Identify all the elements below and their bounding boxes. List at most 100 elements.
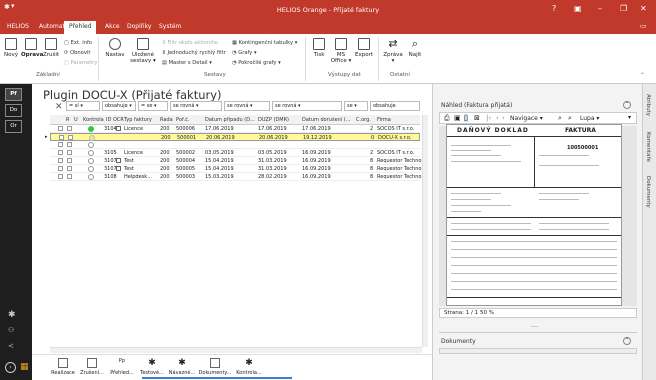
column-header[interactable]: DUZP (DMR) <box>258 117 300 125</box>
sidebar-item-or[interactable]: Or <box>5 120 22 133</box>
next-page-icon[interactable]: › <box>502 114 505 122</box>
column-header[interactable]: Datum dorušení (... <box>302 117 352 125</box>
row-checkbox[interactable] <box>67 126 72 131</box>
printer-icon[interactable]: ⎙ <box>444 114 450 123</box>
column-header[interactable]: U <box>74 117 78 125</box>
filter-field[interactable]: se rovná ▾ <box>224 101 270 111</box>
prev-page-icon[interactable]: ‹ <box>496 114 499 122</box>
play-circle-icon[interactable]: › <box>5 362 16 373</box>
row-checkbox[interactable] <box>58 150 63 155</box>
table-row[interactable]: 3104 Licence 200 500006 17.06.2019 17.06… <box>50 125 420 133</box>
pivot-tables-button[interactable]: ▦ Kontingenční tabulky ▾ <box>232 40 297 46</box>
table-row[interactable]: 3107 Test 200 500005 15.04.2019 31.03.20… <box>50 165 426 173</box>
ms-office-button[interactable]: MS Office ▾ <box>330 38 352 64</box>
horizontal-scrollbar[interactable] <box>50 347 422 353</box>
screen-icon[interactable]: ▣ <box>574 4 582 13</box>
row-checkbox[interactable] <box>67 166 72 171</box>
column-header[interactable]: OCR <box>113 117 124 125</box>
filter-field[interactable]: se rovná ▾ <box>272 101 342 111</box>
page-icon[interactable]: ▯ <box>464 114 468 122</box>
window-layout-icon[interactable]: ▭ <box>640 22 647 30</box>
row-checkbox[interactable] <box>58 158 63 163</box>
sidebar-item-pf[interactable]: Pf <box>5 88 22 101</box>
table-row[interactable]: 3108 Helpdesk... 200 500003 15.03.2019 2… <box>50 173 426 181</box>
advanced-charts-button[interactable]: ◔ Pokročilé grafy ▾ <box>232 60 281 66</box>
bottom-zruseni-button[interactable]: Zrušení... <box>78 358 106 376</box>
table-row-selected[interactable]: ▸ 200 500001 20.06.2019 20.06.2019 19.12… <box>45 133 420 141</box>
filter-field[interactable]: obsahuje <box>370 101 420 111</box>
column-header[interactable]: Kontrola <box>83 117 104 125</box>
row-checkbox[interactable] <box>68 135 73 140</box>
column-header[interactable]: Datum případu (D... <box>205 117 255 125</box>
collapse-ribbon-icon[interactable]: ⌃ <box>640 72 645 79</box>
row-checkbox[interactable] <box>58 142 63 147</box>
help-icon[interactable]: ? <box>552 4 556 13</box>
menu-prehled[interactable]: Přehled <box>64 21 96 34</box>
toolbar-more-icon[interactable]: ▾ <box>628 114 631 121</box>
charts-button[interactable]: ◔ Grafy ▾ <box>232 50 257 56</box>
tab-komentare[interactable]: Komentáře <box>645 132 651 162</box>
zoom-out-icon[interactable]: ⌕ <box>568 114 572 123</box>
close-icon[interactable]: ✕ <box>640 4 647 13</box>
filter-field[interactable]: se rovná ▾ <box>170 101 222 111</box>
column-header[interactable]: R <box>66 117 69 125</box>
plugin-star-icon[interactable]: ✱ <box>8 310 16 320</box>
zoom-in-icon[interactable]: ⌕ <box>558 114 562 123</box>
column-header[interactable]: C.org. <box>356 117 371 125</box>
message-button[interactable]: ⇄ Zpráva ▾ <box>382 38 404 65</box>
grid-apps-icon[interactable]: ▦ <box>20 362 29 372</box>
print-button[interactable]: Tisk <box>310 38 328 58</box>
new-button[interactable]: Nový <box>2 38 20 58</box>
menu-doplnky[interactable]: Doplňky <box>122 23 156 30</box>
parameters-button[interactable]: ▢ Parametry <box>64 60 97 66</box>
fit-icon[interactable]: ⊠ <box>474 114 480 122</box>
documents-scrollbar[interactable] <box>439 348 637 354</box>
menu-helios[interactable]: HELIOS <box>2 23 34 30</box>
column-header[interactable]: Typ faktury <box>124 117 154 125</box>
bottom-testove-button[interactable]: ✱ Testové... <box>138 358 166 376</box>
menu-system[interactable]: Systém <box>154 23 186 30</box>
saved-reports-button[interactable]: Uložené sestavy ▾ <box>128 38 158 64</box>
refresh-button[interactable]: ⟳ Obnovit <box>64 50 90 56</box>
navigation-dropdown[interactable]: Navigace ▾ <box>510 115 543 122</box>
row-checkbox[interactable] <box>67 158 72 163</box>
row-checkbox[interactable] <box>67 142 72 147</box>
bottom-prehled-button[interactable]: Pp Přehled... <box>108 358 136 376</box>
filter-around-active-button[interactable]: ⊻ Filtr okolo aktivního <box>162 40 218 46</box>
row-checkbox[interactable] <box>59 135 64 140</box>
filter-field[interactable]: = se ▾ <box>138 101 168 111</box>
row-checkbox[interactable] <box>67 174 72 179</box>
restore-icon[interactable]: ❐ <box>620 4 627 13</box>
table-row[interactable]: 3105 Licence 200 500002 03.05.2019 03.05… <box>50 149 420 157</box>
bottom-realizace-button[interactable]: Realizace <box>50 358 76 376</box>
simple-quick-filter-button[interactable]: ⊻ Jednoduchý rychlý filtr <box>162 50 226 56</box>
bottom-dokumenty-button[interactable]: Dokumenty... <box>198 358 232 376</box>
row-checkbox[interactable] <box>58 126 63 131</box>
table-row[interactable] <box>50 141 420 149</box>
clear-filter-icon[interactable]: ✕ <box>55 102 63 112</box>
collapse-documents-icon[interactable]: ˆ <box>623 337 631 345</box>
zoom-dropdown[interactable]: Lupa ▾ <box>580 115 599 122</box>
row-checkbox[interactable] <box>58 166 63 171</box>
collapse-preview-icon[interactable]: ˆ <box>623 101 631 109</box>
bottom-kontrola-button[interactable]: ✱ Kontrola... <box>234 358 264 376</box>
column-header[interactable]: Poř.č. <box>176 117 189 125</box>
settings-button[interactable]: Nastav <box>102 38 128 58</box>
edit-button[interactable]: Oprava <box>21 38 43 58</box>
row-checkbox[interactable] <box>58 174 63 179</box>
table-row[interactable]: 3107 Test 200 500004 15.04.2019 31.03.20… <box>50 157 426 165</box>
filter-field[interactable]: obsahuje ▾ <box>102 101 136 111</box>
bottom-navazne-button[interactable]: ✱ Návazné... <box>168 358 196 376</box>
filter-field[interactable]: = sl ▾ <box>66 101 100 111</box>
splitter-handle[interactable]: ···· <box>531 324 539 331</box>
tab-dokumenty[interactable]: Dokumenty <box>645 176 651 208</box>
column-header[interactable]: Řada <box>160 117 173 125</box>
find-button[interactable]: ⌕ Najít <box>406 38 424 59</box>
master-detail-button[interactable]: ▤ Master s Detail ▾ <box>162 60 212 66</box>
filter-field[interactable]: se ▾ <box>344 101 368 111</box>
ext-info-button[interactable]: ▢ Ext. info <box>64 40 92 46</box>
tab-atributy[interactable]: Atributy <box>645 94 651 116</box>
column-header[interactable]: ID <box>106 117 111 125</box>
minimize-icon[interactable]: – <box>598 4 602 13</box>
export-button[interactable]: Export <box>354 38 374 58</box>
